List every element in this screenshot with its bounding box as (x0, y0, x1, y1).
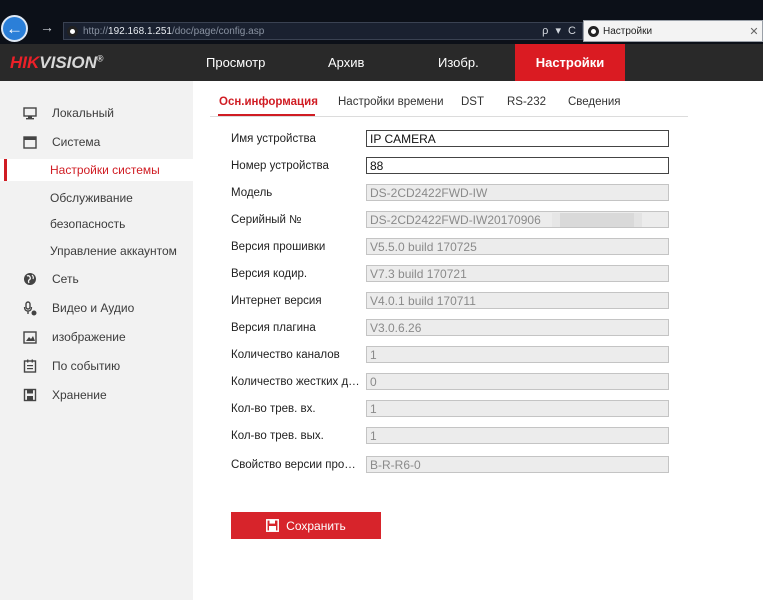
device-number-input[interactable] (366, 157, 669, 174)
browser-tab-title: Настройки (603, 25, 653, 37)
nav-configuration[interactable]: Настройки (515, 44, 625, 81)
form-row-hdd-count: Количество жестких дисков (0, 373, 763, 393)
firmware-property-field (366, 456, 669, 473)
alarm-output-count-label: Кол-во трев. вых. (231, 430, 324, 442)
floppy-disk-icon (266, 519, 280, 532)
nav-picture[interactable]: Изобр. (438, 44, 479, 81)
firmware-version-field (366, 238, 669, 255)
address-bar[interactable]: http://192.168.1.251/doc/page/config.asp… (63, 22, 583, 40)
tab-dst[interactable]: DST (461, 96, 484, 108)
form-row-firmware-property: Свойство версии прошивки (0, 456, 763, 476)
hikvision-logo: HIKVISION® (10, 53, 104, 72)
app-header: HIKVISION® Просмотр Архив Изобр. Настрой… (0, 44, 763, 81)
form-row-alarm-input-count: Кол-во трев. вх. (0, 400, 763, 420)
forward-button[interactable]: → (40, 19, 54, 35)
tab-time-settings[interactable]: Настройки времени (338, 96, 444, 108)
alarm-input-count-field (366, 400, 669, 417)
browser-tab[interactable]: Настройки ✕ (583, 20, 763, 42)
form-row-model: Модель (0, 184, 763, 204)
web-version-field (366, 292, 669, 309)
device-name-label: Имя устройства (231, 133, 316, 145)
alarm-output-count-field (366, 427, 669, 444)
form-row-alarm-output-count: Кол-во трев. вых. (0, 427, 763, 447)
arrow-left-icon: ← (6, 19, 23, 38)
model-field (366, 184, 669, 201)
tabs-divider (210, 116, 688, 117)
monitor-icon (23, 106, 37, 120)
form-row-channel-count: Количество каналов (0, 346, 763, 366)
search-refresh-icon[interactable]: ρ ▾ C (542, 24, 578, 37)
arrow-right-icon: → (40, 19, 54, 35)
hdd-count-label: Количество жестких дисков (231, 376, 365, 388)
site-favicon-icon (67, 25, 78, 37)
alarm-input-count-label: Кол-во трев. вх. (231, 403, 316, 415)
sidebar-item-label: Локальный (52, 106, 114, 120)
tab-basic-info[interactable]: Осн.информация (219, 96, 318, 108)
encoding-version-label: Версия кодир. (231, 268, 308, 280)
channel-count-field (366, 346, 669, 363)
form-row-plugin-version: Версия плагина (0, 319, 763, 339)
sidebar-item-local[interactable]: Локальный (0, 102, 193, 124)
model-label: Модель (231, 187, 273, 199)
form-row-serial-number: Серийный № (0, 211, 763, 231)
nav-playback[interactable]: Архив (328, 44, 364, 81)
back-button[interactable]: ← (1, 15, 28, 42)
save-button-label: Сохранить (286, 518, 346, 533)
web-version-label: Интернет версия (231, 295, 322, 307)
plugin-version-label: Версия плагина (231, 322, 316, 334)
close-tab-icon[interactable]: ✕ (746, 25, 762, 38)
hdd-count-field (366, 373, 669, 390)
redacted-serial-blur (552, 213, 642, 227)
encoding-version-field (366, 265, 669, 282)
settings-tabs: Осн.информация Настройки времени DST RS-… (193, 81, 763, 116)
save-button[interactable]: Сохранить (231, 512, 381, 539)
plugin-version-field (366, 319, 669, 336)
channel-count-label: Количество каналов (231, 349, 340, 361)
form-row-firmware-version: Версия прошивки (0, 238, 763, 258)
nav-live-view[interactable]: Просмотр (206, 44, 265, 81)
browser-toolbar: ← → http://192.168.1.251/doc/page/config… (0, 0, 763, 44)
firmware-property-label: Свойство версии прошивки (231, 459, 365, 471)
form-row-encoding-version: Версия кодир. (0, 265, 763, 285)
serial-number-label: Серийный № (231, 214, 302, 226)
device-number-label: Номер устройства (231, 160, 329, 172)
firmware-version-label: Версия прошивки (231, 241, 326, 253)
form-row-device-name: Имя устройства (0, 130, 763, 150)
form-row-device-number: Номер устройства (0, 157, 763, 177)
tab-rs232[interactable]: RS-232 (507, 96, 546, 108)
form-row-web-version: Интернет версия (0, 292, 763, 312)
tab-about[interactable]: Сведения (568, 96, 621, 108)
url-text: http://192.168.1.251/doc/page/config.asp (83, 25, 265, 37)
device-name-input[interactable] (366, 130, 669, 147)
tab-favicon-icon (588, 25, 599, 37)
